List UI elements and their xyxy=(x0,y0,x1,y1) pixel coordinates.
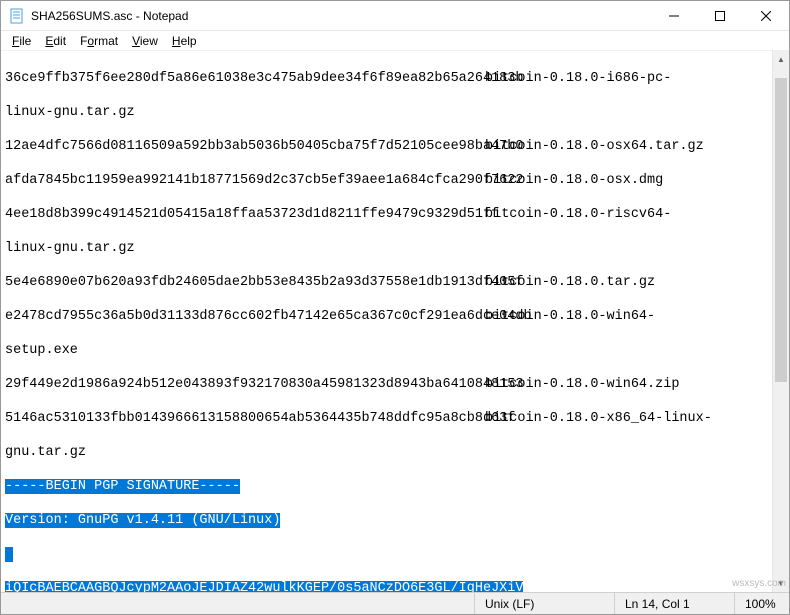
status-encoding: Unix (LF) xyxy=(474,593,614,614)
text-area[interactable]: 36ce9ffb375f6ee280df5a86e61038e3c475ab9d… xyxy=(1,51,772,592)
maximize-button[interactable] xyxy=(697,1,743,30)
menu-file[interactable]: File xyxy=(5,33,38,49)
menubar: File Edit Format View Help xyxy=(1,31,789,51)
selected-text: -----BEGIN PGP SIGNATURE----- xyxy=(5,479,240,494)
statusbar: Unix (LF) Ln 14, Col 1 100% xyxy=(1,592,789,614)
window-title: SHA256SUMS.asc - Notepad xyxy=(31,9,651,23)
status-position: Ln 14, Col 1 xyxy=(614,593,734,614)
status-zoom: 100% xyxy=(734,593,789,614)
menu-view[interactable]: View xyxy=(125,33,165,49)
notepad-icon xyxy=(9,8,25,24)
menu-edit[interactable]: Edit xyxy=(38,33,73,49)
window-controls xyxy=(651,1,789,30)
scroll-thumb[interactable] xyxy=(775,78,787,382)
close-button[interactable] xyxy=(743,1,789,30)
vertical-scrollbar[interactable]: ▲ ▼ xyxy=(772,51,789,592)
watermark: wsxsys.com xyxy=(732,578,786,589)
scroll-up-icon[interactable]: ▲ xyxy=(773,51,789,68)
menu-format[interactable]: Format xyxy=(73,33,125,49)
menu-help[interactable]: Help xyxy=(165,33,204,49)
titlebar: SHA256SUMS.asc - Notepad xyxy=(1,1,789,31)
minimize-button[interactable] xyxy=(651,1,697,30)
